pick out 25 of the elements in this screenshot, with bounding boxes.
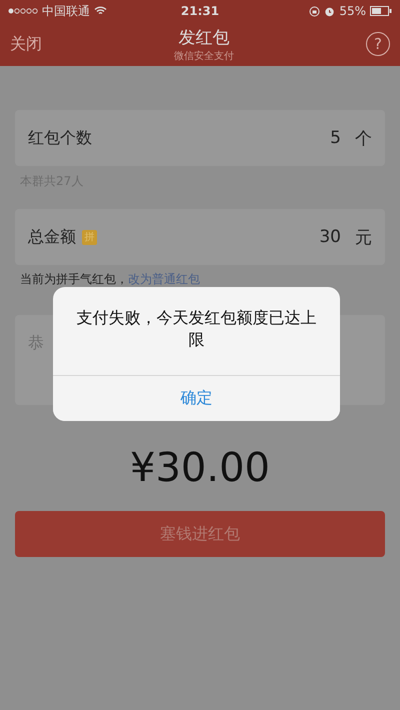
total-label: 总金额: [28, 226, 76, 248]
confirm-button[interactable]: 确定: [53, 375, 340, 421]
rotation-lock-icon: [309, 6, 320, 16]
total-row[interactable]: 总金额 拼 30 元: [15, 209, 385, 265]
signal-icon: [8, 8, 38, 14]
amount-total: ¥30.00: [130, 445, 270, 491]
count-value: 5: [330, 128, 341, 148]
total-unit: 元: [355, 226, 372, 248]
page-title: 发红包: [178, 26, 230, 48]
battery-percent: 55%: [339, 4, 366, 18]
count-label: 红包个数: [28, 128, 92, 148]
count-unit: 个: [355, 128, 372, 150]
type-note: 当前为拼手气红包，: [20, 271, 128, 288]
battery-icon: [370, 6, 392, 16]
page-subtitle: 微信安全支付: [174, 50, 234, 62]
help-button[interactable]: ?: [366, 32, 390, 56]
count-row[interactable]: 红包个数 5 个: [15, 110, 385, 166]
carrier-name: 中国联通: [42, 2, 90, 20]
alert-message: 支付失败，今天发红包额度已达上限: [76, 307, 318, 352]
alarm-icon: [324, 6, 336, 16]
close-button[interactable]: 关闭: [10, 34, 42, 54]
clock-time: 21:31: [180, 4, 220, 18]
total-value: 30: [319, 227, 341, 247]
lucky-badge: 拼: [82, 230, 97, 244]
wifi-icon: [94, 6, 107, 16]
